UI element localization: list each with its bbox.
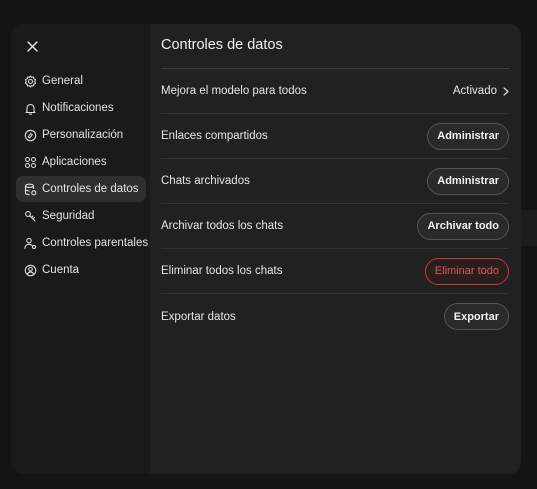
sidebar-item-notificaciones[interactable]: Notificaciones xyxy=(16,95,146,121)
page-title: Controles de datos xyxy=(161,37,283,53)
palette-icon xyxy=(24,129,37,142)
row-archive-all: Archivar todos los chats Archivar todo xyxy=(161,204,509,249)
row-label: Mejora el modelo para todos xyxy=(161,85,307,97)
sidebar-item-label: Notificaciones xyxy=(42,102,114,114)
settings-nav: General Notificaciones Personalización A… xyxy=(16,68,149,284)
settings-dialog: General Notificaciones Personalización A… xyxy=(11,24,521,474)
user-circle-icon xyxy=(24,264,37,277)
row-shared-links: Enlaces compartidos Administrar xyxy=(161,114,509,159)
row-export-data: Exportar datos Exportar xyxy=(161,294,509,339)
sidebar-item-controles-de-datos[interactable]: Controles de datos xyxy=(16,176,146,202)
status-value: Activado xyxy=(452,85,497,97)
row-improve-model: Mejora el modelo para todos Activado xyxy=(161,69,509,114)
row-delete-all: Eliminar todos los chats Eliminar todo xyxy=(161,249,509,294)
sidebar-item-controles-parentales[interactable]: Controles parentales xyxy=(16,230,149,256)
row-label: Archivar todos los chats xyxy=(161,220,284,232)
row-label: Exportar datos xyxy=(161,310,236,323)
close-button[interactable] xyxy=(23,37,41,55)
settings-sidebar: General Notificaciones Personalización A… xyxy=(11,24,150,474)
sidebar-item-label: Controles de datos xyxy=(42,183,139,195)
row-label: Chats archivados xyxy=(161,175,250,187)
sidebar-item-general[interactable]: General xyxy=(16,68,146,94)
manage-archived-chats-button[interactable]: Administrar xyxy=(427,167,509,195)
sidebar-item-label: Seguridad xyxy=(42,210,95,222)
sidebar-item-label: Controles parentales xyxy=(42,237,149,249)
sidebar-item-cuenta[interactable]: Cuenta xyxy=(16,257,146,283)
settings-content: Controles de datos Mejora el modelo para… xyxy=(150,24,521,474)
apps-grid-icon xyxy=(24,156,37,169)
shield-key-icon xyxy=(24,210,37,223)
gear-icon xyxy=(24,74,37,88)
sidebar-item-label: Cuenta xyxy=(42,264,80,276)
manage-shared-links-button[interactable]: Administrar xyxy=(427,122,509,150)
sidebar-item-label: Personalización xyxy=(42,129,124,141)
export-data-button[interactable]: Exportar xyxy=(443,303,509,330)
database-gear-icon xyxy=(24,183,37,196)
bell-icon xyxy=(24,102,37,115)
close-icon xyxy=(26,40,38,52)
row-archived-chats: Chats archivados Administrar xyxy=(161,159,509,204)
improve-model-toggle-link[interactable]: Activado xyxy=(453,85,509,97)
sidebar-item-label: General xyxy=(42,75,83,87)
chevron-right-icon xyxy=(503,86,509,96)
sidebar-item-seguridad[interactable]: Seguridad xyxy=(16,203,146,229)
settings-rows: Mejora el modelo para todos Activado Enl… xyxy=(161,69,509,339)
row-label: Eliminar todos los chats xyxy=(161,265,283,277)
sidebar-item-aplicaciones[interactable]: Aplicaciones xyxy=(16,149,146,175)
parental-icon xyxy=(24,237,37,250)
delete-all-button[interactable]: Eliminar todo xyxy=(424,257,509,285)
sidebar-item-label: Aplicaciones xyxy=(42,156,107,168)
sidebar-item-personalizacion[interactable]: Personalización xyxy=(16,122,146,148)
archive-all-button[interactable]: Archivar todo xyxy=(417,212,509,240)
backdrop-panel-edge xyxy=(521,210,537,246)
row-label: Enlaces compartidos xyxy=(161,130,268,142)
